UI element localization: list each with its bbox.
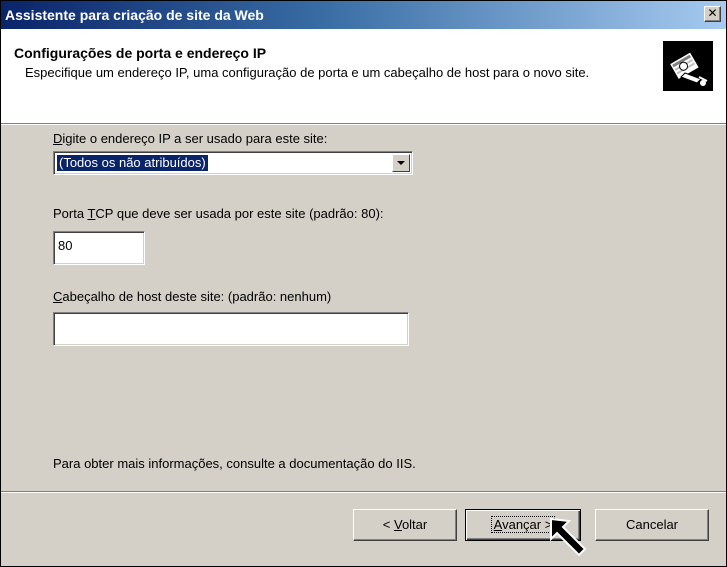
close-button[interactable]: ✕ bbox=[704, 6, 721, 22]
tcp-port-label: Porta TCP que deve ser usada por este si… bbox=[53, 206, 384, 221]
ip-address-select[interactable]: (Todos os não atribuídos) bbox=[53, 151, 413, 175]
host-header-input[interactable] bbox=[53, 312, 409, 346]
ip-address-label: Digite o endereço IP a ser usado para es… bbox=[53, 131, 328, 146]
wizard-book-icon bbox=[663, 41, 713, 91]
title-bar: Assistente para criação de site da Web ✕ bbox=[1, 1, 726, 29]
chevron-down-icon[interactable] bbox=[392, 154, 410, 172]
wizard-window: Assistente para criação de site da Web ✕… bbox=[0, 0, 727, 567]
cancel-button[interactable]: Cancelar bbox=[595, 509, 709, 541]
ip-address-value: (Todos os não atribuídos) bbox=[56, 154, 209, 172]
page-title: Configurações de porta e endereço IP bbox=[14, 45, 267, 61]
back-button[interactable]: < Voltar bbox=[353, 509, 457, 541]
host-header-label: Cabeçalho de host deste site: (padrão: n… bbox=[53, 289, 332, 304]
wizard-header: Configurações de porta e endereço IP Esp… bbox=[1, 29, 726, 124]
page-subtitle: Especifique um endereço IP, uma configur… bbox=[25, 65, 590, 80]
close-icon: ✕ bbox=[707, 6, 718, 20]
mouse-cursor-icon bbox=[549, 517, 591, 559]
next-button-focus: Avançar > bbox=[490, 516, 556, 533]
footer-divider bbox=[1, 491, 726, 493]
header-divider bbox=[1, 124, 726, 125]
tcp-port-input[interactable]: 80 bbox=[53, 231, 145, 265]
window-title: Assistente para criação de site da Web bbox=[5, 7, 264, 23]
info-text: Para obter mais informações, consulte a … bbox=[53, 456, 416, 471]
